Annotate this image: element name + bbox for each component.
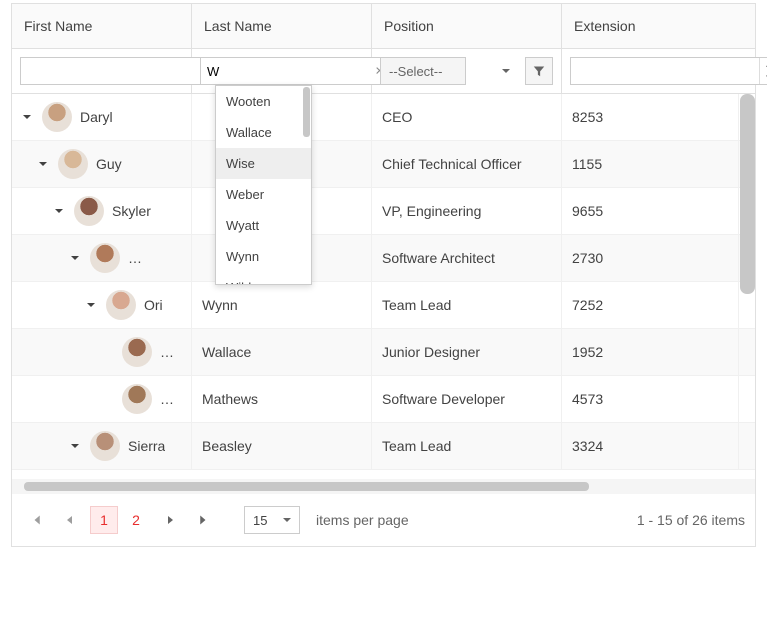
page-size-select[interactable]: 15 (244, 506, 300, 534)
items-per-page-label: items per page (316, 512, 409, 528)
extension-cell: 3324 (562, 423, 739, 469)
header-row: First Name Last Name Position Extension (12, 4, 755, 49)
first-name-cell: Ori (144, 297, 163, 313)
extension-cell: 4573 (562, 376, 739, 422)
extension-cell: 9655 (562, 188, 739, 234)
header-extension[interactable]: Extension (562, 4, 739, 48)
table-row[interactable]: Skyler VP, Engineering9655 (12, 188, 755, 235)
expand-caret[interactable] (86, 297, 96, 313)
autocomplete-item[interactable]: Wynn (216, 241, 311, 272)
pager-next-button[interactable] (156, 506, 184, 534)
position-cell: Chief Technical Officer (372, 141, 562, 187)
filter-position-select[interactable]: --Select-- (380, 57, 466, 85)
expand-caret[interactable] (22, 109, 32, 125)
seek-first-icon (30, 514, 42, 526)
extension-cell: 1155 (562, 141, 739, 187)
header-last-name[interactable]: Last Name (192, 4, 372, 48)
avatar (122, 337, 152, 367)
header-position[interactable]: Position (372, 4, 562, 48)
last-name-cell: Mathews (192, 376, 372, 422)
treelist-body: Daryl CEO8253 Guy Chief Technical Officer11… (12, 94, 755, 479)
filter-first-name-input[interactable] (20, 57, 210, 85)
first-name-cell: Guy (96, 156, 122, 172)
autocomplete-item[interactable]: Wise (216, 148, 311, 179)
table-row[interactable]: … Software Architect2730 (12, 235, 755, 282)
autocomplete-item[interactable]: Weber (216, 179, 311, 210)
pager-first-button[interactable] (22, 506, 50, 534)
treelist: First Name Last Name Position Extension … (11, 3, 756, 547)
avatar (106, 290, 136, 320)
extension-cell: 1952 (562, 329, 739, 375)
autocomplete-item[interactable]: Wooten (216, 86, 311, 117)
avatar (74, 196, 104, 226)
position-cell: Team Lead (372, 282, 562, 328)
autocomplete-item[interactable]: Wallace (216, 117, 311, 148)
expand-caret[interactable] (70, 438, 80, 454)
last-name-cell: Beasley (192, 423, 372, 469)
filter-row: × --Select-- (12, 49, 755, 94)
autocomplete-item[interactable]: Wilder (216, 272, 311, 285)
filter-last-name-input[interactable] (200, 57, 390, 85)
extension-cell: 2730 (562, 235, 739, 281)
table-row[interactable]: … MathewsSoftware Developer4573 (12, 376, 755, 423)
expand-caret[interactable] (54, 203, 64, 219)
filter-icon (533, 65, 545, 77)
filter-last-name-wrap: × (200, 57, 390, 85)
first-name-cell: Skyler (112, 203, 151, 219)
avatar (42, 102, 72, 132)
first-name-cell: … (160, 391, 174, 407)
table-row[interactable]: Guy Chief Technical Officer1155 (12, 141, 755, 188)
page-number[interactable]: 2 (122, 506, 150, 534)
extension-cell: 7252 (562, 282, 739, 328)
filter-position-select-wrap: --Select-- (380, 57, 519, 85)
position-cell: CEO (372, 94, 562, 140)
caret-right-icon (165, 515, 175, 525)
autocomplete-dropdown: WootenWallaceWiseWeberWyattWynnWilder (215, 85, 312, 285)
position-cell: Team Lead (372, 423, 562, 469)
spinner-up[interactable]: ▲ (760, 58, 767, 71)
autocomplete-item[interactable]: Wyatt (216, 210, 311, 241)
dropdown-scrollbar[interactable] (303, 87, 310, 137)
spinner-buttons: ▲ ▼ (759, 58, 767, 84)
table-row[interactable]: Sierra BeasleyTeam Lead3324 (12, 423, 755, 470)
first-name-cell: … (160, 344, 174, 360)
position-cell: Software Developer (372, 376, 562, 422)
pager-prev-button[interactable] (56, 506, 84, 534)
first-name-cell: … (128, 250, 142, 266)
header-first-name[interactable]: First Name (12, 4, 192, 48)
pager-last-button[interactable] (190, 506, 218, 534)
filter-position-button[interactable] (525, 57, 553, 85)
first-name-cell: Sierra (128, 438, 165, 454)
table-row[interactable]: … WallaceJunior Designer1952 (12, 329, 755, 376)
first-name-cell: Daryl (80, 109, 113, 125)
last-name-cell: Wallace (192, 329, 372, 375)
avatar (122, 384, 152, 414)
horizontal-scrollbar-track[interactable] (12, 479, 755, 494)
position-cell: Software Architect (372, 235, 562, 281)
caret-left-icon (65, 515, 75, 525)
filter-extension-wrap: ▲ ▼ (570, 57, 767, 85)
avatar (58, 149, 88, 179)
position-cell: VP, Engineering (372, 188, 562, 234)
table-row[interactable]: Ori WynnTeam Lead7252 (12, 282, 755, 329)
vertical-scrollbar[interactable] (740, 94, 755, 294)
horizontal-scrollbar-thumb[interactable] (24, 482, 589, 491)
chevron-down-icon (501, 63, 511, 79)
table-row[interactable]: Daryl CEO8253 (12, 94, 755, 141)
seek-last-icon (198, 514, 210, 526)
expand-caret[interactable] (70, 250, 80, 266)
filter-extension-input[interactable] (571, 58, 759, 84)
spinner-down[interactable]: ▼ (760, 71, 767, 84)
position-cell: Junior Designer (372, 329, 562, 375)
page-number[interactable]: 1 (90, 506, 118, 534)
avatar (90, 243, 120, 273)
pager: 12 15 items per page 1 - 15 of 26 items (12, 494, 755, 546)
pager-info: 1 - 15 of 26 items (637, 512, 745, 528)
extension-cell: 8253 (562, 94, 739, 140)
avatar (90, 431, 120, 461)
expand-caret[interactable] (38, 156, 48, 172)
last-name-cell: Wynn (192, 282, 372, 328)
